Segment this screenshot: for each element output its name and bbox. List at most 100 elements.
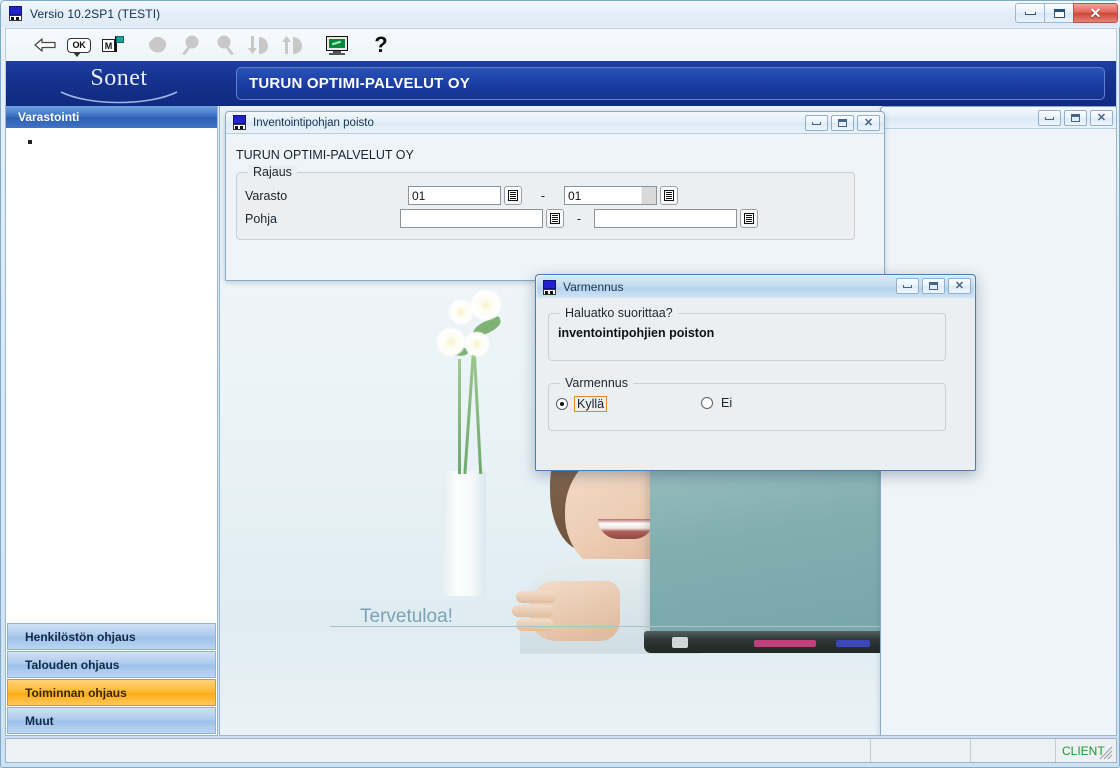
pohja-to-input[interactable]: [594, 209, 737, 228]
hand-icon: [140, 31, 174, 59]
sidebar-item-label: Henkilöstön ohjaus: [25, 629, 136, 644]
close-icon: ✕: [954, 279, 965, 292]
search-left-icon: [174, 31, 208, 59]
status-cell-message: [6, 739, 871, 762]
varasto-from-lookup-button[interactable]: [504, 186, 522, 205]
sidebar-item-label: Talouden ohjaus: [25, 657, 120, 672]
monitor-icon[interactable]: [320, 31, 354, 59]
search-right-icon: [208, 31, 242, 59]
child-window-controls: ✕: [805, 115, 880, 131]
close-button[interactable]: ✕: [1073, 3, 1118, 23]
list-icon: [664, 190, 674, 201]
pohja-from-lookup-button[interactable]: [546, 209, 564, 228]
mflag-icon[interactable]: M: [96, 31, 130, 59]
sidebar-item-talouden-ohjaus[interactable]: Talouden ohjaus: [7, 651, 216, 678]
varmennus-dialog[interactable]: Varmennus ✕ Haluatko suorittaa? inventoi…: [535, 274, 976, 471]
help-question-mark: ?: [374, 32, 388, 57]
maximize-button[interactable]: [1044, 3, 1073, 23]
pohja-from-input[interactable]: [400, 209, 543, 228]
radio-button-kylla-icon[interactable]: [556, 398, 568, 410]
hand-graphic: [512, 581, 620, 641]
parallel-port-graphic: [754, 640, 816, 647]
flower-graphic: [464, 331, 490, 357]
finger-graphic: [516, 619, 554, 631]
page-up-icon: [276, 31, 310, 59]
sonet-dialog-icon: [542, 279, 557, 295]
brand-band: Sonet TURUN OPTIMI-PALVELUT OY: [5, 61, 1117, 106]
flower-graphic: [436, 327, 466, 357]
sidebar-item-label: Toiminnan ohjaus: [25, 685, 127, 700]
radio-label-ei: Ei: [721, 396, 733, 410]
window-controls: ✕: [1015, 3, 1118, 23]
child-minimize-button[interactable]: [805, 115, 828, 131]
list-icon: [550, 213, 560, 224]
dialog-close-button[interactable]: ✕: [948, 278, 971, 294]
child-maximize-button[interactable]: [831, 115, 854, 131]
sidebar-item-henkiloston-ohjaus[interactable]: Henkilöstön ohjaus: [7, 623, 216, 650]
dialog-titlebar: Varmennus ✕: [537, 276, 974, 298]
question-groupbox: Haluatko suorittaa? inventointipohjien p…: [548, 306, 946, 361]
radio-option-ei[interactable]: Ei: [701, 396, 734, 410]
vase-graphic: [442, 471, 486, 596]
background-close-button[interactable]: ✕: [1090, 110, 1113, 126]
sidebar-item-toiminnan-ohjaus[interactable]: Toiminnan ohjaus: [7, 679, 216, 706]
child-window-body: TURUN OPTIMI-PALVELUT OY Rajaus Varasto …: [226, 134, 884, 280]
dialog-minimize-button[interactable]: [896, 278, 919, 294]
radio-option-kylla[interactable]: Kyllä: [556, 396, 608, 412]
close-icon: ✕: [863, 116, 874, 129]
maximize-icon: [838, 119, 847, 127]
maximize-icon: [929, 282, 938, 290]
minimize-icon: [903, 284, 912, 288]
background-window-controls: ✕: [1038, 110, 1113, 126]
sonet-logo: Sonet: [59, 63, 179, 105]
stem-graphic: [458, 359, 461, 474]
sidebar-item-muut[interactable]: Muut: [7, 707, 216, 734]
confirm-legend: Varmennus: [560, 376, 633, 390]
varasto-to-lookup-button[interactable]: [660, 186, 678, 205]
dialog-window-controls: ✕: [896, 278, 971, 294]
dialog-title: Varmennus: [563, 280, 624, 294]
application-window: Versio 10.2SP1 (TESTI) ✕ OK M ? Sonet TU…: [0, 0, 1120, 768]
status-cell-2: [871, 739, 971, 762]
varasto-label: Varasto: [245, 188, 288, 203]
back-icon[interactable]: [28, 31, 62, 59]
window-title: Versio 10.2SP1 (TESTI): [30, 7, 161, 21]
background-window-titlebar: ✕: [881, 107, 1116, 129]
sidebar: Varastointi Henkilöstön ohjaus Talouden …: [5, 106, 218, 736]
list-icon: [508, 190, 518, 201]
range-separator: -: [540, 188, 546, 203]
inventory-template-delete-window[interactable]: Inventointipohjan poisto ✕ TURUN OPTIMI-…: [225, 111, 885, 281]
child-window-company: TURUN OPTIMI-PALVELUT OY: [236, 148, 414, 162]
rajaus-legend: Rajaus: [248, 165, 297, 179]
pohja-to-lookup-button[interactable]: [740, 209, 758, 228]
dialog-body: Haluatko suorittaa? inventointipohjien p…: [537, 298, 974, 469]
finger-graphic: [512, 605, 554, 617]
question-text: inventointipohjien poiston: [558, 326, 715, 340]
child-close-button[interactable]: ✕: [857, 115, 880, 131]
help-icon[interactable]: ?: [364, 31, 398, 59]
maximize-icon: [1053, 8, 1065, 18]
rajaus-groupbox: Rajaus Varasto - Pohja: [236, 165, 855, 240]
range-separator: -: [576, 211, 582, 226]
background-maximize-button[interactable]: [1064, 110, 1087, 126]
vga-port-graphic: [836, 640, 870, 647]
question-legend: Haluatko suorittaa?: [560, 306, 678, 320]
dialog-maximize-button[interactable]: [922, 278, 945, 294]
sonet-logo-text: Sonet: [90, 65, 148, 91]
company-banner: TURUN OPTIMI-PALVELUT OY: [236, 67, 1105, 100]
varasto-from-input[interactable]: [408, 186, 501, 205]
ok-icon[interactable]: OK: [62, 31, 96, 59]
varasto-to-input[interactable]: [564, 186, 657, 205]
sidebar-header: Varastointi: [6, 106, 217, 128]
list-icon: [744, 213, 754, 224]
status-bar: CLIENT: [5, 738, 1117, 763]
radio-button-ei-icon[interactable]: [701, 397, 713, 409]
minimize-button[interactable]: [1015, 3, 1044, 23]
page-down-icon: [242, 31, 276, 59]
close-icon: ✕: [1096, 111, 1107, 124]
sonet-app-icon: [8, 6, 24, 22]
sonet-logo-swoosh: [59, 90, 179, 106]
resize-grip-icon[interactable]: [1099, 746, 1113, 760]
radio-label-kylla: Kyllä: [574, 396, 608, 412]
background-minimize-button[interactable]: [1038, 110, 1061, 126]
